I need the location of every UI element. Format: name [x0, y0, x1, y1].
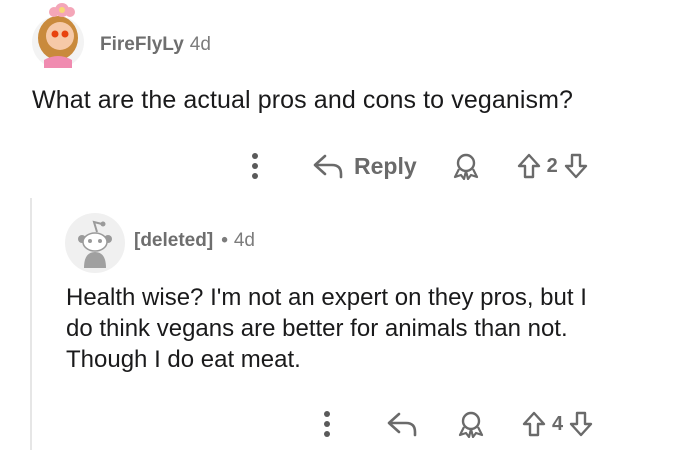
comment-actions: Reply 2 — [250, 146, 588, 186]
award-icon[interactable] — [456, 410, 486, 438]
comment-age: 4d — [189, 34, 211, 55]
comment-actions: 4 — [322, 404, 593, 444]
username: [deleted] — [134, 230, 214, 251]
reply-button[interactable]: Reply — [312, 153, 417, 180]
comment-body: Health wise? I'm not an expert on they p… — [66, 282, 666, 375]
upvote-icon[interactable] — [522, 411, 546, 437]
comment-age: 4d — [233, 230, 255, 251]
upvote-icon[interactable] — [517, 153, 541, 179]
downvote-icon[interactable] — [564, 153, 588, 179]
reply-arrow-icon[interactable] — [386, 411, 418, 437]
comment-body-line: Health wise? I'm not an expert on they p… — [66, 284, 587, 311]
comment-author: FireFlyLy 4d — [100, 34, 211, 56]
username[interactable]: FireFlyLy — [100, 34, 184, 56]
deleted-user-avatar — [64, 212, 126, 274]
comment-body-line: do think vegans are better for animals t… — [66, 315, 568, 342]
award-icon[interactable] — [451, 152, 481, 180]
comment-author: [deleted] • 4d — [134, 230, 255, 252]
separator-dot: • — [221, 230, 228, 251]
user-avatar[interactable] — [28, 0, 92, 70]
more-options-icon[interactable] — [322, 409, 332, 439]
reply-label: Reply — [354, 152, 417, 179]
thread-line[interactable] — [30, 198, 32, 450]
vote-count: 2 — [546, 154, 558, 177]
comment-thread: FireFlyLy 4d What are the actual pros an… — [0, 0, 700, 450]
more-options-icon[interactable] — [250, 151, 260, 181]
comment-body: What are the actual pros and cons to veg… — [32, 86, 574, 114]
downvote-icon[interactable] — [569, 411, 593, 437]
vote-count: 4 — [552, 412, 564, 435]
reply-arrow-icon — [312, 153, 344, 179]
comment-body-line: Though I do eat meat. — [66, 346, 301, 373]
